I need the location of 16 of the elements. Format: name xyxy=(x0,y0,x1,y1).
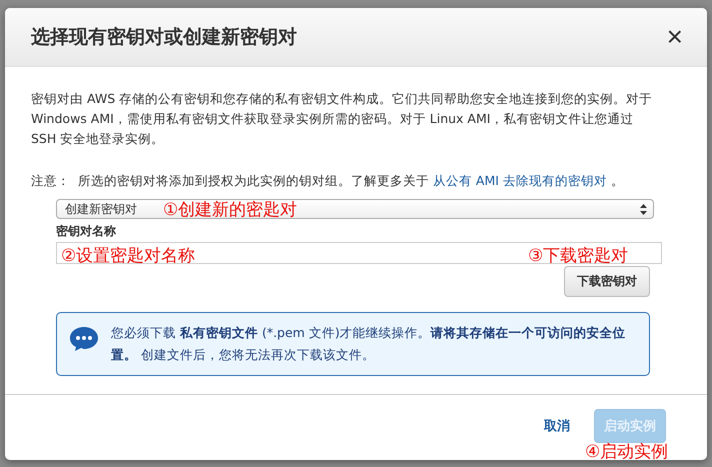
annotation-text: ④启动实例 xyxy=(585,442,668,462)
annotation-text: ①创建新的密匙对 xyxy=(163,200,298,220)
help-link[interactable]: 从公有 AMI 去除现有的密钥对 xyxy=(432,173,607,188)
description-text: 密钥对由 AWS 存储的公有密钥和您存储的私有密钥文件构成。它们共同帮助您安全地连接到您的实例。对于 Windows AMI，需使用私有密钥文件获取登录实例所需的密码。对于 Linux AMI，私有密钥文件让您通过 SSH 安全地登录实例。 xyxy=(31,90,653,148)
speech-bubble-icon xyxy=(69,326,99,352)
note-text: 注意： 所选的密钥对将添加到授权为此实例的钥对组。了解更多关于 从公有 AMI 去除现有的密钥对 。 xyxy=(31,172,625,190)
cancel-button[interactable]: 取消 xyxy=(538,416,576,436)
dropdown-arrows-icon xyxy=(640,204,647,214)
key-pair-name-field[interactable] xyxy=(56,242,662,264)
close-button[interactable]: × xyxy=(666,23,683,51)
annotation-text: ③下载密匙对 xyxy=(528,246,628,266)
key-pair-name-label: 密钥对名称 xyxy=(56,223,116,240)
annotation-text: ②设置密匙对名称 xyxy=(61,246,196,266)
download-key-pair-button[interactable]: 下载密钥对 xyxy=(564,266,650,297)
dialog-title: 选择现有密钥对或创建新密钥对 xyxy=(31,25,297,50)
info-message: 您必须下载 私有密钥文件 (*.pem 文件)才能继续操作。请将其存储在一个可访问的安全位置。 创建文件后，您将无法再次下载该文件。 xyxy=(111,324,627,364)
